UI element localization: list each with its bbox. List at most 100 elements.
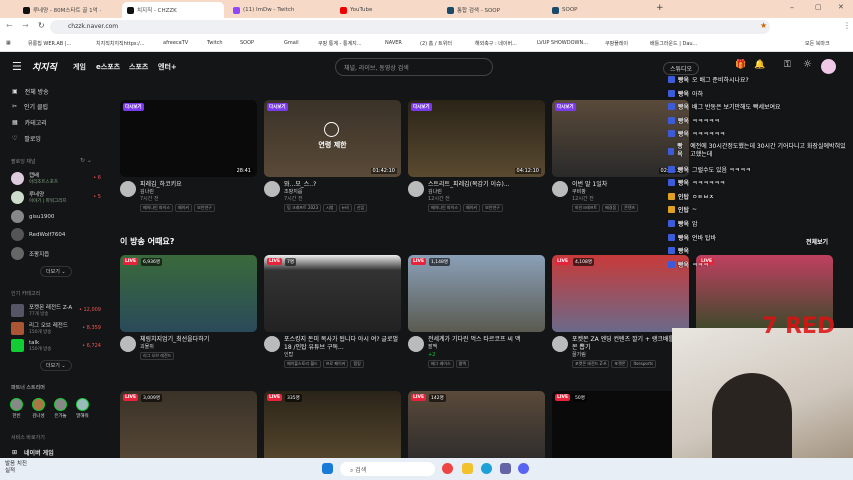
chat-username[interactable]: 빵옥 [678, 260, 689, 269]
tag[interactable]: 캠핑 [350, 360, 364, 368]
stream-card[interactable]: 다시보기 04:12:10 스트리트_피레김(목감기 이슈)... 김나린 12시간 전… [408, 100, 545, 212]
more-category-button[interactable]: 더보기 ⌄ [40, 360, 72, 371]
tag[interactable]: 꽐맥 [455, 360, 470, 368]
stream-card[interactable]: LIVE 50명 [552, 391, 689, 468]
channel-name[interactable]: 김나린 [428, 189, 510, 196]
tag[interactable]: 페이커 [463, 204, 481, 212]
browser-tab[interactable]: SOOP [547, 2, 650, 18]
stream-card[interactable]: 다시보기 01:42:10 연령 제한 뫄...모_스..? 조팡지읍 7시간 전팀 크래… [264, 100, 401, 212]
tag[interactable]: 리그 오브 레전드 [140, 352, 175, 360]
nav-entertainment[interactable]: 엔터+ [158, 62, 177, 72]
stream-thumbnail[interactable]: LIVE 142명 [408, 391, 545, 468]
search-input[interactable]: 채널, 라이브, 동영상 검색 [335, 58, 493, 76]
stream-title[interactable]: 스트리트_피레김(목감기 이슈)... [428, 181, 510, 189]
channel-avatar[interactable] [408, 336, 424, 352]
tag[interactable]: 뉴비 [338, 204, 352, 212]
edge-icon[interactable] [481, 463, 492, 474]
channel-item[interactable]: gisu1900 [11, 210, 101, 223]
sidebar-item-clips[interactable]: ✂ 인기 클립 [12, 102, 48, 111]
bookmark[interactable]: afreecaTV [163, 40, 188, 46]
taskbar-search[interactable]: ⌕ 검색 [340, 462, 435, 476]
tag[interactable]: 신입 [353, 204, 368, 212]
partner-item[interactable]: 김나성 [32, 398, 45, 419]
nav-sports[interactable]: 스포츠 [129, 62, 148, 72]
bookmark[interactable]: Gmail [284, 40, 299, 46]
channel-name[interactable]: 괴물쥐 [140, 344, 209, 351]
channel-item[interactable]: 조팡지읍 [11, 247, 101, 260]
apps-icon[interactable]: ▦ [6, 40, 11, 46]
stream-thumbnail[interactable]: 다시보기 04:12:10 [408, 100, 545, 177]
stream-thumbnail[interactable]: LIVE 7명 [264, 255, 401, 332]
chat-username[interactable]: 빵옥 [678, 178, 689, 187]
stream-card[interactable]: LIVE 3,009명 [120, 391, 257, 468]
tag[interactable]: 프로 페이커 [322, 360, 349, 368]
chat-username[interactable]: 인탑 [678, 192, 689, 201]
theme-sun-icon[interactable]: ☼ [803, 59, 812, 70]
stream-card[interactable]: 다시보기 28:41 피레김_하코키요 김나린 7시간 전 메이나인 파이스 페이커 보안연구 [120, 100, 257, 212]
channel-item[interactable]: RedWolf7604 [11, 228, 101, 241]
discord-icon[interactable] [518, 463, 529, 474]
windows-start-icon[interactable] [322, 463, 333, 474]
studio-button[interactable]: 스튜디오 [663, 62, 700, 75]
channel-avatar[interactable] [120, 181, 136, 197]
hamburger-menu-icon[interactable]: ☰ [12, 60, 22, 73]
stream-thumbnail[interactable]: 다시보기 28:41 [120, 100, 257, 177]
chat-username[interactable]: 빵옥 [678, 102, 689, 111]
weather-widget[interactable]: 발음 치진 실적 [5, 461, 27, 475]
stream-title[interactable]: 이번 말 1일차 [572, 181, 638, 189]
channel-avatar[interactable] [408, 181, 424, 197]
chat-username[interactable]: 빵옥 [678, 233, 689, 242]
teams-icon[interactable] [500, 463, 511, 474]
new-tab-icon[interactable]: + [656, 3, 664, 13]
stream-card[interactable]: LIVE 1,148명 전세계가 기다린 먹스 타르코프 씨 맥 꽐맥 +2 배그 레이스… [408, 255, 545, 368]
key-icon[interactable]: ⚿ [784, 60, 791, 70]
category-item[interactable]: talk 150개 방송 • 6,724 [11, 339, 101, 352]
channel-name[interactable]: 쿠비팡 [572, 189, 638, 196]
channel-item[interactable]: 캡배 아리조트스포츠 • 6 [11, 171, 101, 185]
tag[interactable]: 메이플스토리 월드 [284, 360, 321, 368]
sidebar-item-category[interactable]: ▦ 카테고리 [12, 118, 47, 127]
stream-title[interactable]: 뫄...모_스..? [284, 181, 367, 189]
bookmark[interactable]: Twitch [207, 40, 223, 46]
bookmark[interactable]: 뮤롱칩 WER.AB |... [28, 40, 71, 47]
stream-thumbnail[interactable]: LIVE 3,009명 [120, 391, 257, 468]
browser-tab-active[interactable]: 치지직 - CHZZK [122, 2, 224, 18]
chzzk-logo[interactable]: 치지직 [32, 60, 57, 73]
chat-username[interactable]: 빵옥 [678, 75, 689, 84]
browser-tab[interactable]: (11) ImDw - Twitch [228, 2, 331, 18]
bookmark[interactable]: 치지직치지직https:/... [96, 40, 145, 47]
more-following-button[interactable]: 더보기 ⌄ [40, 266, 72, 277]
chat-username[interactable]: 빵옥 [678, 219, 689, 228]
bell-icon[interactable]: 🔔 [754, 60, 765, 70]
chat-username[interactable]: 빵옥 [678, 246, 689, 255]
bookmark[interactable]: 해외축구 : 네이버... [475, 40, 517, 47]
browser-tab[interactable]: 통합 검색 - SOOP [442, 2, 545, 18]
stream-card[interactable]: LIVE 7명포스킹지 돈미 복사가 됩니다 아시 여? 글로벌18 /인탑 유튜… [264, 255, 401, 368]
stream-title[interactable]: 피레김_하코키요 [140, 181, 215, 189]
stream-card[interactable]: LIVE 335명 [264, 391, 401, 468]
service-naver-game[interactable]: ⊞ 네이버 게임 [12, 448, 54, 457]
partner-item[interactable]: 한빈 [10, 398, 23, 419]
channel-avatar[interactable] [552, 181, 568, 197]
chrome-icon[interactable] [442, 463, 453, 474]
gift-icon[interactable]: 🎁 [735, 60, 746, 70]
file-explorer-icon[interactable] [462, 463, 473, 474]
browser-tab[interactable]: YouTube [335, 2, 438, 18]
bookmark[interactable]: (2) 홈 / 트위터 [420, 40, 452, 47]
chat-username[interactable]: 빵옥 [678, 116, 689, 125]
stream-title[interactable]: 포스킹지 돈미 복사가 됩니다 아시 여? 글로벌18 /인탑 유튜브 구독..… [284, 336, 401, 352]
back-icon[interactable]: ← [6, 21, 13, 30]
maximize-icon[interactable]: ▢ [815, 3, 822, 11]
tag[interactable]: 배그 레이스 [428, 360, 454, 368]
channel-avatar[interactable] [264, 336, 280, 352]
browser-tab[interactable]: 루네양 - 80M스타트 골 1억 · [18, 2, 118, 18]
stream-thumbnail[interactable]: LIVE 6,936명 [120, 255, 257, 332]
bookmark[interactable]: LVUP SHOWDOWN... [537, 40, 588, 46]
stream-title[interactable]: 체링치지엄기_최선을다하기 [140, 336, 209, 344]
all-bookmarks[interactable]: 모든 북마크 [805, 40, 830, 47]
url-input[interactable]: chzzk.naver.com [50, 20, 770, 34]
bookmark[interactable]: NAVER [385, 40, 402, 46]
bookmark-star-icon[interactable]: ★ [760, 21, 767, 30]
tag[interactable]: 포켓몬 레전드 Z-A [572, 360, 610, 368]
chat-username[interactable]: 빵옥 [677, 143, 687, 159]
